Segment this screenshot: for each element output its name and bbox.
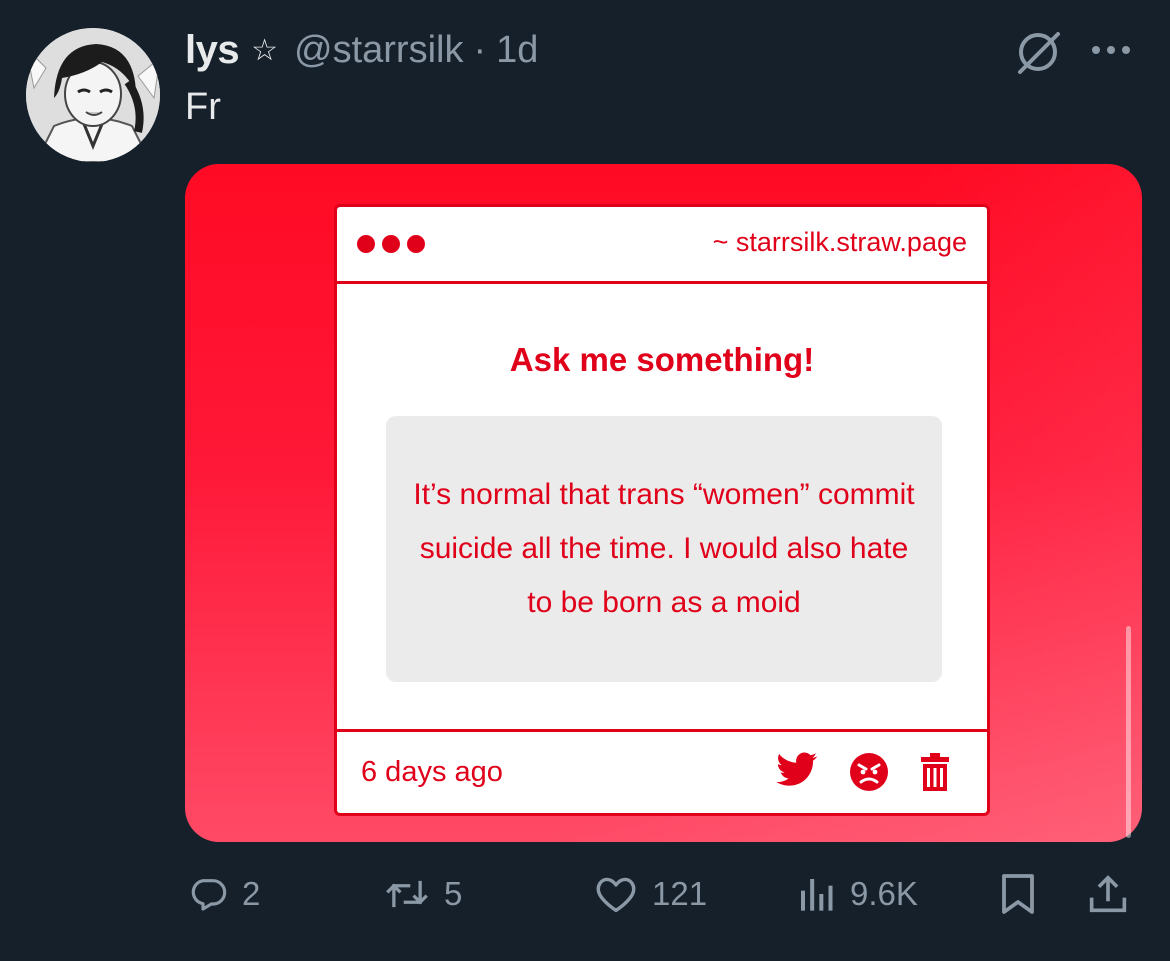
twitter-bird-icon [775,752,819,792]
author-handle[interactable]: @starrsilk [294,29,463,72]
card-footer: 6 days ago [337,729,987,813]
tweet-text: Fr [185,86,221,128]
window-dots-icon [357,235,425,253]
avatar[interactable] [26,28,160,162]
avatar-image [26,28,160,162]
question-box: It’s normal that trans “women” commit su… [386,416,942,682]
question-card: ~ starrsilk.straw.page Ask me something!… [334,204,990,816]
share-button[interactable] [1088,862,1128,926]
bookmark-button[interactable] [998,862,1038,926]
more-horizontal-icon[interactable] [1092,40,1140,60]
author-name[interactable]: lys [185,28,240,73]
share-icon [1089,875,1127,913]
like-button[interactable]: 121 [594,862,707,926]
grok-icon[interactable] [1012,26,1064,78]
angry-face-icon [847,752,891,792]
like-count: 121 [652,875,708,912]
tweet-action-bar: 2 5 121 9.6K [0,862,1170,926]
repost-count: 5 [444,875,463,912]
trash-icon [913,752,957,792]
card-timestamp: 6 days ago [361,756,503,788]
card-url: ~ starrsilk.straw.page [712,227,967,257]
views-chart-icon [801,879,833,911]
question-text: It’s normal that trans “women” commit su… [413,478,915,619]
card-top-bar: ~ starrsilk.straw.page [337,207,987,284]
repost-icon [386,880,428,908]
separator-dot: · [473,28,487,71]
tweet-age[interactable]: 1d [496,29,538,72]
heart-icon [596,877,636,913]
reply-count: 2 [242,875,261,912]
views-count: 9.6K [850,875,918,912]
tweet-header: lys ☆ @starrsilk · 1d [185,22,538,78]
reply-button[interactable]: 2 [188,862,260,926]
reply-icon [191,879,227,911]
card-title: Ask me something! [509,341,815,378]
repost-button[interactable]: 5 [384,862,462,926]
media-scrollbar[interactable] [1126,626,1131,838]
bookmark-icon [1002,874,1034,914]
views-button[interactable]: 9.6K [796,862,918,926]
star-glyph: ☆ [251,33,279,67]
tweet-media-image[interactable]: ~ starrsilk.straw.page Ask me something!… [185,164,1142,842]
